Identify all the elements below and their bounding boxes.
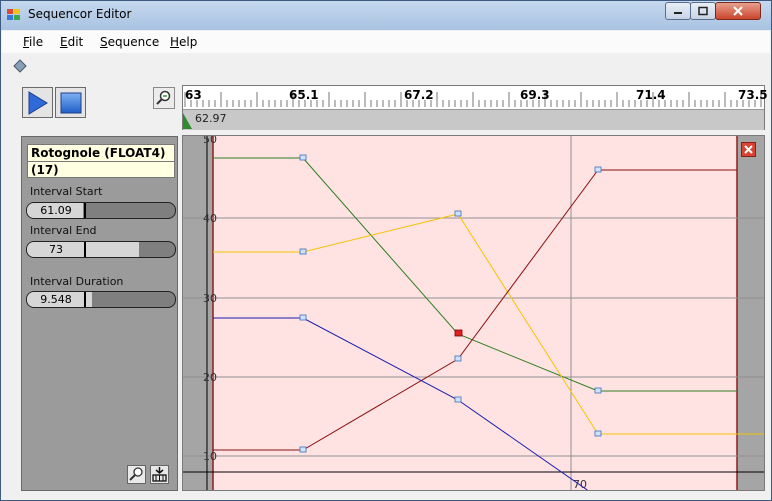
y-tick: 20	[203, 371, 217, 384]
app-icon	[7, 9, 20, 20]
interval-duration-slider[interactable]: 9.548	[26, 291, 176, 308]
menu-bar: File Edit Sequence Help	[2, 31, 770, 53]
title-bar[interactable]: Sequencor Editor	[1, 1, 771, 30]
tool-strip	[2, 54, 770, 78]
window-title: Sequencor Editor	[28, 7, 132, 21]
keyframe-handle[interactable]	[299, 446, 307, 453]
play-icon	[28, 91, 48, 115]
close-curve-button[interactable]	[741, 142, 756, 157]
ruler-label: 71.4	[636, 88, 666, 102]
interval-duration-label: Interval Duration	[30, 275, 124, 288]
close-window-button[interactable]	[715, 2, 761, 20]
timeline-ruler[interactable]: 63 65.1 67.2 69.3 71.4 73.5 62.97	[182, 85, 768, 130]
interval-band	[213, 136, 737, 490]
keyframe-handle[interactable]	[454, 210, 462, 217]
close-icon	[733, 6, 743, 16]
interval-duration-value: 9.548	[40, 293, 72, 306]
minimize-icon	[674, 12, 682, 14]
minimize-button[interactable]	[665, 2, 691, 20]
ruler-label: 69.3	[520, 88, 550, 102]
interval-start-label: Interval Start	[30, 185, 103, 198]
playhead-value: 62.97	[195, 112, 227, 125]
y-tick: 10	[203, 450, 217, 463]
interval-end-value: 73	[49, 243, 63, 256]
divider	[28, 161, 174, 162]
playhead-marker-icon[interactable]	[183, 111, 193, 129]
interval-start-value: 61.09	[40, 204, 72, 217]
menu-edit[interactable]: Edit	[60, 35, 83, 49]
y-tick: 30	[203, 292, 217, 305]
zoom-graph-button[interactable]	[127, 465, 146, 484]
keyframe-handle[interactable]	[594, 166, 602, 173]
interval-start-slider[interactable]: 61.09	[26, 202, 176, 219]
close-icon	[744, 145, 753, 154]
keyframe-handle[interactable]	[299, 314, 307, 321]
fit-graph-button[interactable]	[150, 465, 169, 484]
stop-icon	[60, 92, 82, 114]
curve-canvas[interactable]: 50 40 30 20 10 70	[183, 136, 764, 490]
y-tick: 40	[203, 212, 217, 225]
ruler-track[interactable]: 62.97	[183, 109, 764, 130]
menu-file[interactable]: File	[23, 35, 43, 49]
keyframe-handle-selected[interactable]	[454, 329, 463, 337]
fit-icon	[152, 467, 167, 482]
diamond-icon[interactable]	[13, 59, 27, 73]
property-name-box: Rotognole (FLOAT4) (17)	[27, 144, 175, 178]
play-button[interactable]	[22, 87, 53, 118]
property-index: (17)	[31, 163, 59, 177]
keyframe-handle[interactable]	[594, 387, 602, 394]
curve-graph[interactable]: 50 40 30 20 10 70	[182, 135, 765, 491]
interval-end-label: Interval End	[30, 224, 97, 237]
keyframe-handle[interactable]	[299, 248, 307, 255]
ruler-label: 67.2	[404, 88, 434, 102]
stop-button[interactable]	[55, 87, 86, 118]
property-panel: Rotognole (FLOAT4) (17) Interval Start 6…	[21, 136, 178, 491]
maximize-button[interactable]	[690, 2, 716, 20]
y-tick: 50	[203, 136, 217, 146]
menu-sequence[interactable]: Sequence	[100, 35, 159, 49]
maximize-icon	[698, 6, 708, 16]
ruler-label: 65.1	[289, 88, 319, 102]
menu-help[interactable]: Help	[170, 35, 197, 49]
interval-end-slider[interactable]: 73	[26, 241, 176, 258]
keyframe-handle[interactable]	[454, 355, 462, 362]
keyframe-handle[interactable]	[299, 154, 307, 161]
zoom-timeline-button[interactable]	[153, 87, 175, 109]
magnifier-icon	[156, 90, 171, 105]
ruler-label: 73.5	[738, 88, 768, 102]
ruler-label: 63	[185, 88, 202, 102]
property-name: Rotognole (FLOAT4)	[31, 146, 166, 160]
keyframe-handle[interactable]	[594, 430, 602, 437]
sequencor-editor-window: Sequencor Editor File Edit Sequence Help	[0, 0, 772, 501]
ruler-ticks	[184, 92, 762, 107]
keyframe-handle[interactable]	[454, 396, 462, 403]
magnifier-icon	[129, 467, 143, 481]
